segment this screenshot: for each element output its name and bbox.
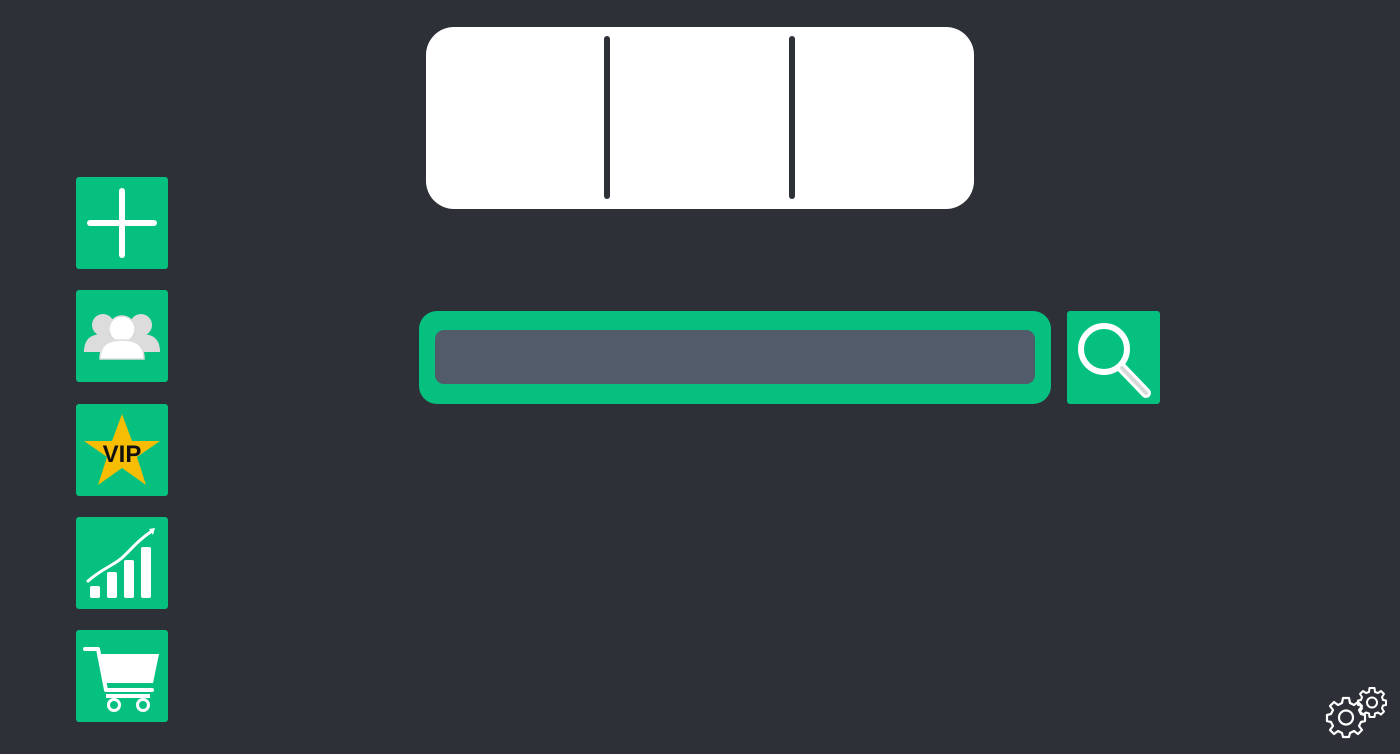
cart-button[interactable] [76, 630, 168, 722]
segment-3[interactable] [795, 27, 974, 209]
search-input[interactable] [435, 330, 1035, 384]
app-root: VIP [0, 0, 1400, 754]
add-button[interactable] [76, 177, 168, 269]
settings-button[interactable] [1324, 685, 1390, 741]
segment-1[interactable] [426, 27, 606, 209]
users-group-icon [84, 314, 160, 360]
plus-icon [87, 188, 157, 258]
segment-2[interactable] [610, 27, 790, 209]
vip-star-icon: VIP [84, 414, 160, 485]
shopping-cart-icon [83, 647, 159, 712]
users-button[interactable] [76, 290, 168, 382]
search-button[interactable] [1067, 311, 1160, 404]
growth-chart-icon [86, 528, 155, 598]
stats-button[interactable] [76, 517, 168, 609]
vip-label: VIP [103, 441, 142, 468]
segmented-control [426, 27, 974, 209]
gears-icon [1325, 687, 1387, 739]
search-icon [1078, 323, 1151, 398]
vip-button[interactable]: VIP [76, 404, 168, 496]
search-bar [419, 311, 1051, 404]
